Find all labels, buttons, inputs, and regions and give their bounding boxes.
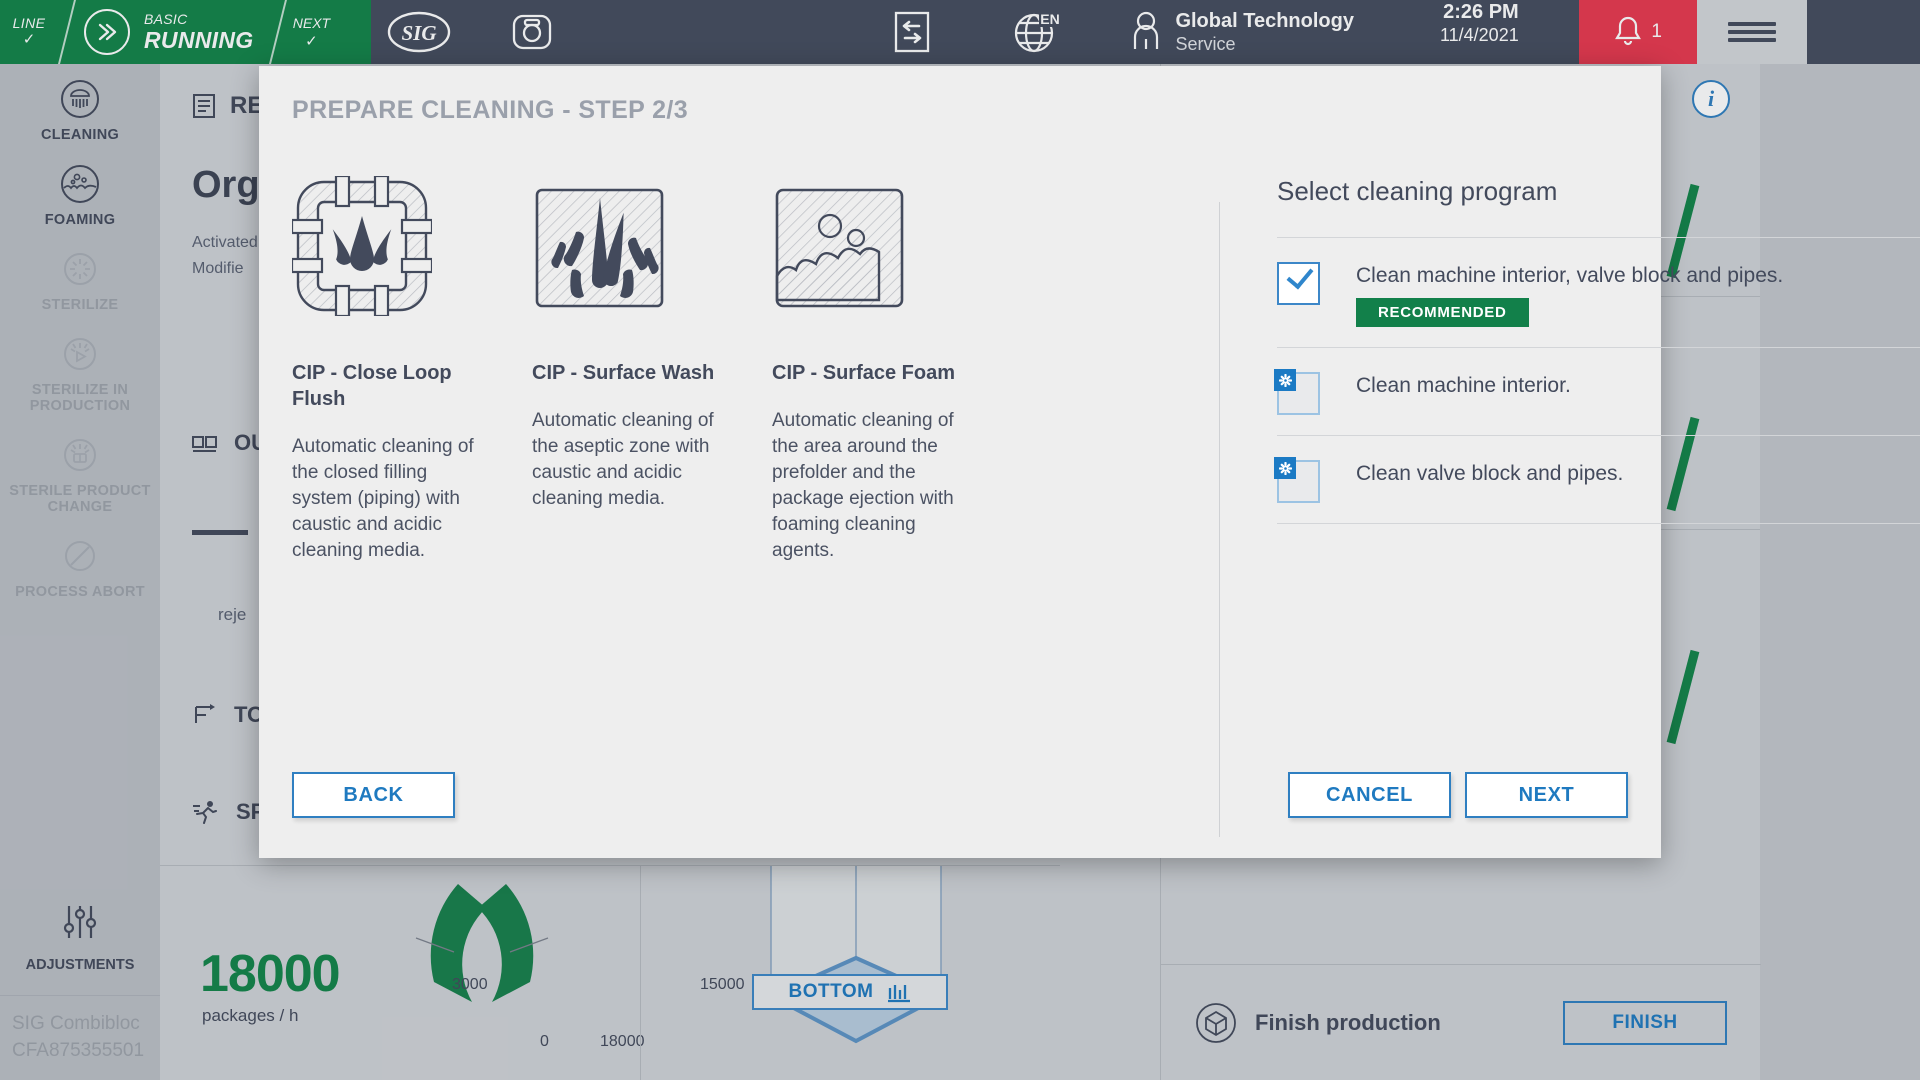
program-card-title: CIP - Surface Foam [772,362,956,384]
dialog-footer: BACK CANCEL NEXT [292,772,1628,818]
gear-icon [1274,457,1296,479]
cleaning-program-cards: CIP - Close Loop Flush Automatic cleanin… [292,176,1192,564]
surface-foam-icon [772,176,970,336]
program-option-row[interactable]: Clean machine interior, valve block and … [1277,238,1920,348]
program-option-row[interactable]: Clean machine interior. [1274,348,1920,436]
program-checkbox[interactable] [1274,457,1320,503]
program-card: CIP - Close Loop Flush Automatic cleanin… [292,176,490,564]
option-text-wrap: Clean machine interior. [1356,370,1571,399]
next-button[interactable]: NEXT [1465,772,1628,818]
cancel-button-label: CANCEL [1326,783,1413,806]
back-button-label: BACK [343,783,404,806]
check-icon [1286,261,1314,290]
next-button-label: NEXT [1518,783,1575,806]
program-card-desc: Automatic cleaning of the aseptic zone w… [532,410,714,509]
app-root: LINE ✓ BASIC RUNNING NEXT ✓ SIG EN Globa… [0,0,1920,1080]
dialog-vertical-divider [1219,202,1220,837]
surface-spray-icon [532,176,730,336]
program-card-desc: Automatic cleaning of the closed filling… [292,436,474,561]
closed-loop-pipe-icon [292,176,490,336]
prepare-cleaning-dialog: PREPARE CLEANING - STEP 2/3 CIP - Close … [259,66,1920,858]
program-card: CIP - Surface Foam Automatic cleaning of… [772,176,970,564]
option-label: Clean machine interior, valve block and … [1356,264,1784,287]
program-card-desc: Automatic cleaning of the area around th… [772,410,954,561]
program-card: CIP - Surface Wash Automatic cleaning of… [532,176,730,564]
dialog-body: CIP - Close Loop Flush Automatic cleanin… [292,176,1920,837]
dialog-title: PREPARE CLEANING - STEP 2/3 [292,96,689,124]
option-text-wrap: Clean valve block and pipes. [1356,458,1623,487]
cancel-button[interactable]: CANCEL [1288,772,1451,818]
option-label: Clean valve block and pipes. [1356,462,1624,485]
status-badge: RECOMMENDED [1356,298,1529,327]
gear-icon [1274,369,1296,391]
program-card-title: CIP - Surface Wash [532,362,715,384]
program-selection-panel: Select cleaning program Clean machine in… [1274,176,1920,524]
program-card-title: CIP - Close Loop Flush [292,362,452,410]
program-checkbox-checked[interactable] [1277,261,1320,305]
back-button[interactable]: BACK [292,772,455,818]
program-checkbox[interactable] [1274,369,1320,415]
program-option-row[interactable]: Clean valve block and pipes. [1274,436,1920,524]
option-text-wrap: Clean machine interior, valve block and … [1356,260,1783,327]
option-label: Clean machine interior. [1356,374,1571,397]
selection-heading: Select cleaning program [1277,176,1558,206]
